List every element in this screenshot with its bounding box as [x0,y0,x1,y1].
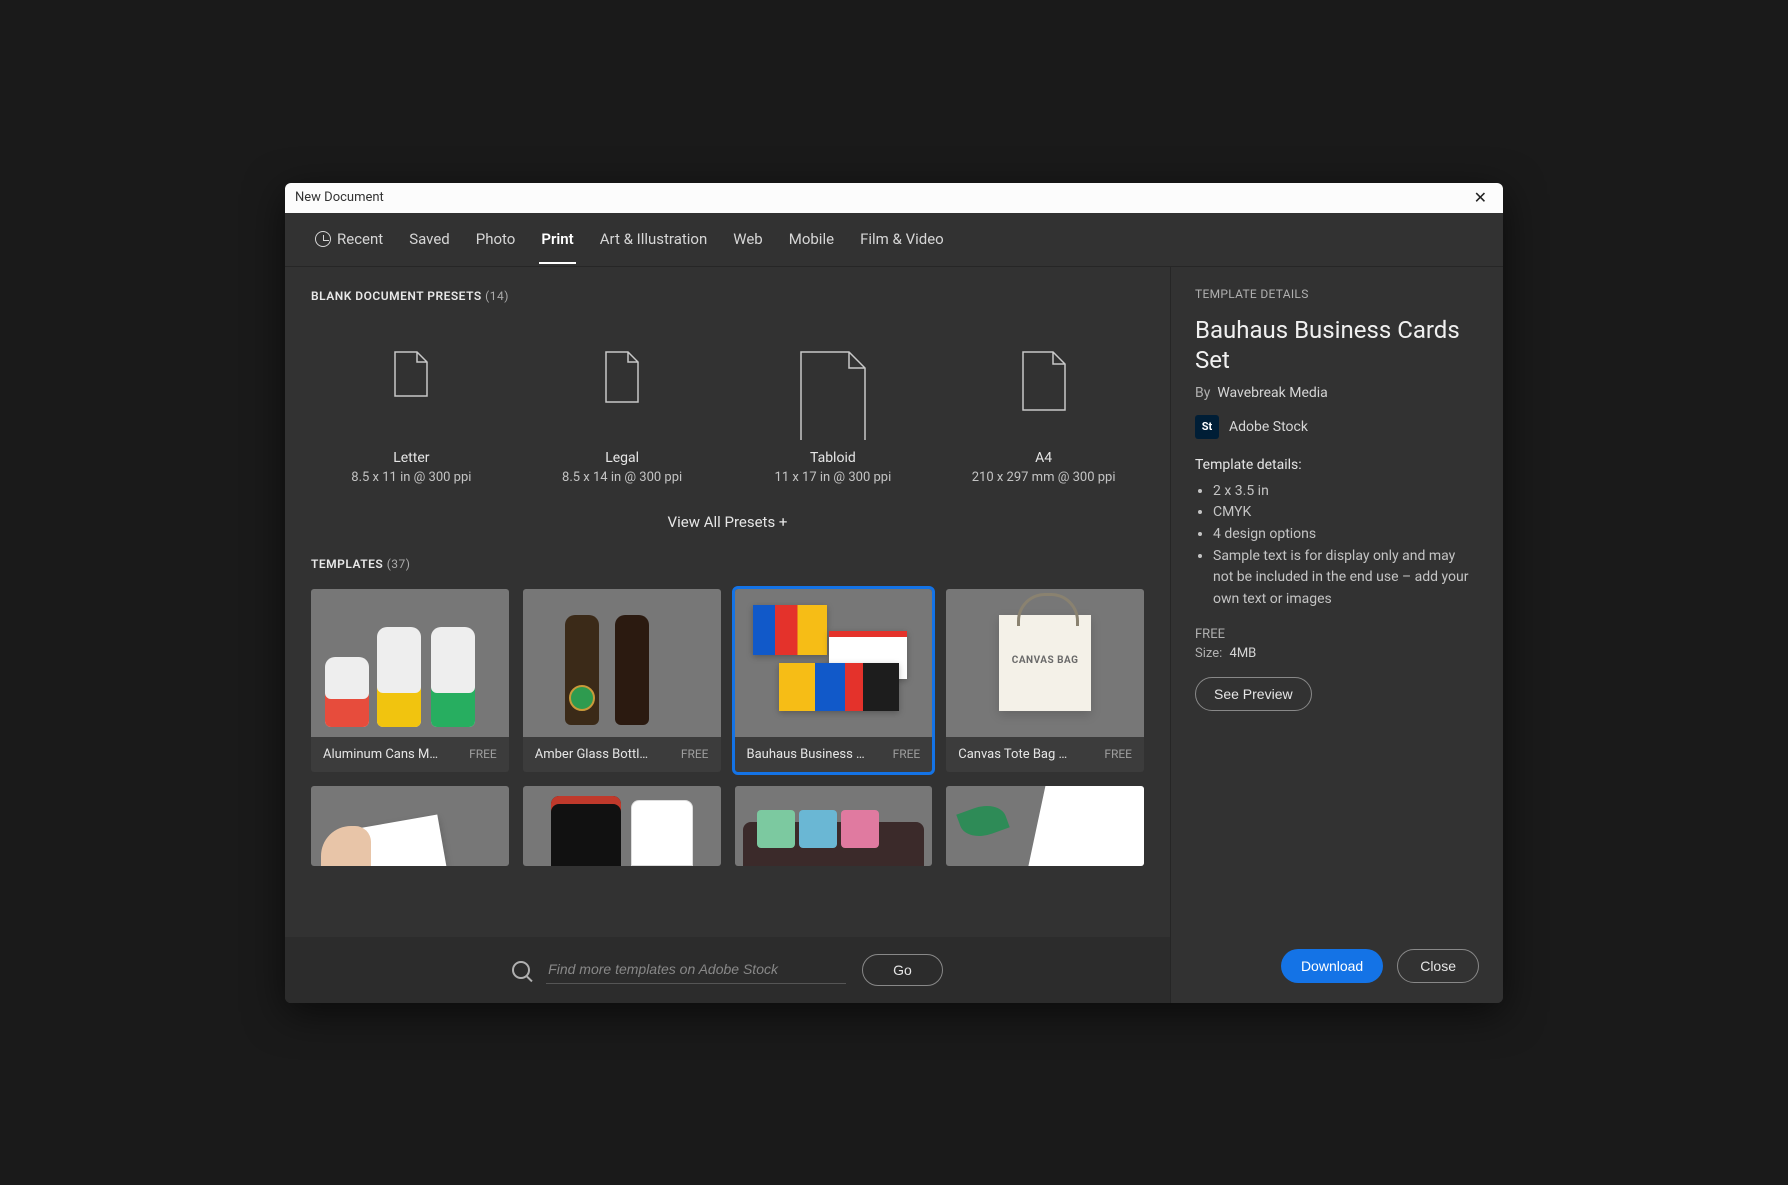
size-line: Size: 4MB [1195,646,1479,661]
new-document-dialog: New Document ✕ Recent Saved Photo Print … [285,183,1503,1003]
detail-bullet: 4 design options [1213,524,1479,546]
stock-search-bar: Go [285,937,1170,1003]
preset-name: Tabloid [810,450,856,466]
preset-letter[interactable]: Letter 8.5 x 11 in @ 300 ppi [311,321,512,491]
tab-saved[interactable]: Saved [407,214,452,264]
close-icon[interactable]: ✕ [1468,186,1493,209]
template-price: FREE [893,747,921,761]
detail-bullet: CMYK [1213,502,1479,524]
preset-name: A4 [1035,450,1052,466]
template-price: FREE [469,747,497,761]
details-pane: TEMPLATE DETAILS Bauhaus Business Cards … [1171,267,1503,1003]
size-value: 4MB [1230,646,1257,661]
tab-recent[interactable]: Recent [313,214,385,264]
tab-print[interactable]: Print [539,214,575,264]
template-thumbnail [523,786,721,866]
close-button[interactable]: Close [1397,949,1479,983]
page-icon [800,351,866,440]
adobe-stock-label: Adobe Stock [1229,419,1308,435]
price-label: FREE [1195,627,1479,642]
titlebar: New Document ✕ [285,183,1503,213]
details-bullet-list: 2 x 3.5 in CMYK 4 design options Sample … [1195,481,1479,611]
adobe-stock-icon: St [1195,415,1219,439]
view-all-presets-button[interactable]: View All Presets + [311,507,1144,557]
template-thumbnail [735,786,933,866]
template-card[interactable] [735,786,933,866]
detail-bullet: 2 x 3.5 in [1213,481,1479,503]
tab-photo[interactable]: Photo [474,214,518,264]
preset-dims: 11 x 17 in @ 300 ppi [775,470,892,485]
tab-film-video[interactable]: Film & Video [858,214,946,264]
template-card[interactable] [311,786,509,866]
dialog-footer-buttons: Download Close [1195,937,1479,983]
search-icon [512,961,530,979]
preset-a4[interactable]: A4 210 x 297 mm @ 300 ppi [943,321,1144,491]
templates-count: (37) [387,557,411,571]
template-thumbnail [311,589,509,737]
preset-legal[interactable]: Legal 8.5 x 14 in @ 300 ppi [522,321,723,491]
preset-template-scroll[interactable]: BLANK DOCUMENT PRESETS (14) Letter 8.5 x… [285,267,1170,937]
preset-dims: 8.5 x 14 in @ 300 ppi [562,470,682,485]
templates-heading-text: TEMPLATES [311,557,383,571]
by-label: By [1195,385,1210,401]
preset-dims: 8.5 x 11 in @ 300 ppi [351,470,471,485]
template-card[interactable]: Canvas Tote Bag Mo… FREE [946,589,1144,772]
see-preview-button[interactable]: See Preview [1195,677,1312,711]
page-icon [1022,351,1066,411]
details-subheading: Template details: [1195,457,1479,473]
size-label: Size: [1195,646,1222,661]
category-tabs: Recent Saved Photo Print Art & Illustrat… [285,213,1503,267]
template-card-selected[interactable]: Bauhaus Business Ca… FREE [735,589,933,772]
page-icon [394,351,428,397]
author-link[interactable]: Wavebreak Media [1217,385,1327,401]
presets-heading: BLANK DOCUMENT PRESETS (14) [311,289,1144,303]
presets-count: (14) [485,289,509,303]
page-icon [605,351,639,403]
template-footer: Aluminum Cans Moc… FREE [311,737,509,772]
stock-row[interactable]: St Adobe Stock [1195,415,1479,439]
dialog-body: BLANK DOCUMENT PRESETS (14) Letter 8.5 x… [285,267,1503,1003]
template-footer: Bauhaus Business Ca… FREE [735,737,933,772]
templates-heading: TEMPLATES (37) [311,557,1144,571]
template-price: FREE [681,747,709,761]
preset-dims: 210 x 297 mm @ 300 ppi [972,470,1116,485]
window-title: New Document [295,190,384,205]
template-thumbnail [523,589,721,737]
template-name: Aluminum Cans Moc… [323,747,443,762]
details-heading: TEMPLATE DETAILS [1195,287,1479,301]
left-pane: BLANK DOCUMENT PRESETS (14) Letter 8.5 x… [285,267,1171,1003]
template-title: Bauhaus Business Cards Set [1195,315,1479,375]
template-name: Canvas Tote Bag Mo… [958,747,1078,762]
tab-art-illustration[interactable]: Art & Illustration [598,214,710,264]
presets-heading-text: BLANK DOCUMENT PRESETS [311,289,482,303]
author-line: By Wavebreak Media [1195,385,1479,401]
clock-icon [315,231,331,247]
tab-mobile[interactable]: Mobile [787,214,836,264]
template-name: Bauhaus Business Ca… [747,747,867,762]
tab-recent-label: Recent [337,230,383,248]
download-button[interactable]: Download [1281,949,1383,983]
template-name: Amber Glass Bottles… [535,747,655,762]
template-card[interactable] [523,786,721,866]
template-thumbnail [946,589,1144,737]
stock-search-input[interactable] [546,955,846,984]
template-card[interactable]: Amber Glass Bottles… FREE [523,589,721,772]
go-button[interactable]: Go [862,954,943,986]
template-price: FREE [1104,747,1132,761]
templates-grid: Aluminum Cans Moc… FREE Amber Glass Bott… [311,589,1144,866]
preset-tabloid[interactable]: Tabloid 11 x 17 in @ 300 ppi [733,321,934,491]
presets-grid: Letter 8.5 x 11 in @ 300 ppi Legal 8.5 x… [311,321,1144,491]
template-thumbnail [735,589,933,737]
preset-name: Legal [605,450,639,466]
template-thumbnail [311,786,509,866]
detail-bullet: Sample text is for display only and may … [1213,546,1479,611]
template-card[interactable]: Aluminum Cans Moc… FREE [311,589,509,772]
template-footer: Canvas Tote Bag Mo… FREE [946,737,1144,772]
tab-web[interactable]: Web [731,214,764,264]
template-thumbnail [946,786,1144,866]
template-footer: Amber Glass Bottles… FREE [523,737,721,772]
template-card[interactable] [946,786,1144,866]
preset-name: Letter [393,450,429,466]
